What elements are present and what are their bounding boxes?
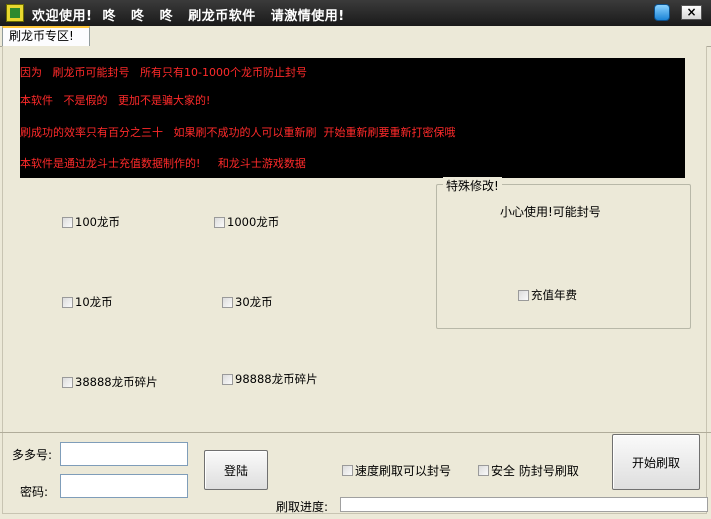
- tab-strip: [0, 26, 711, 47]
- checkbox-1000-coin[interactable]: 1000龙币: [214, 214, 279, 230]
- checkbox-box[interactable]: [222, 373, 233, 385]
- password-label: 密码:: [20, 485, 49, 499]
- progress-bar: [340, 497, 708, 512]
- notice-line-3: 刷成功的效率只有百分之三十 如果刷不成功的人可以重新刷 开始重新刷要重新打密保哦: [20, 126, 456, 139]
- account-input[interactable]: [60, 442, 188, 466]
- checkbox-box[interactable]: [214, 216, 225, 228]
- tab-coin-zone[interactable]: 刷龙币专区!: [2, 26, 90, 46]
- close-button[interactable]: ×: [681, 5, 702, 20]
- checkbox-label: 安全 防封号刷取: [491, 464, 579, 478]
- start-button[interactable]: 开始刷取: [612, 434, 700, 490]
- checkbox-label: 充值年费: [531, 288, 577, 302]
- checkbox-box[interactable]: [478, 465, 489, 476]
- checkbox-box[interactable]: [342, 465, 353, 476]
- notice-line-1: 因为 刷龙币可能封号 所有只有10-1000个龙币防止封号: [20, 66, 307, 79]
- notice-line-4: 本软件是通过龙斗士充值数据制作的! 和龙斗士游戏数据: [20, 157, 306, 170]
- checkbox-box[interactable]: [62, 376, 73, 388]
- special-group-title: 特殊修改!: [443, 177, 502, 194]
- checkbox-label: 1000龙币: [227, 215, 280, 229]
- checkbox-label: 98888龙币碎片: [235, 372, 318, 386]
- checkbox-box[interactable]: [62, 216, 73, 228]
- checkbox-box[interactable]: [62, 296, 73, 308]
- checkbox-label: 10龙币: [75, 295, 113, 309]
- checkbox-10-coin[interactable]: 10龙币: [62, 294, 113, 310]
- account-label: 多多号:: [12, 448, 53, 462]
- title-bar: 欢迎使用! 咚 咚 咚 刷龙币软件 请激情使用! ×: [0, 0, 711, 26]
- checkbox-label: 38888龙币碎片: [75, 375, 158, 389]
- login-button[interactable]: 登陆: [204, 450, 268, 490]
- checkbox-30-coin[interactable]: 30龙币: [222, 294, 273, 310]
- window-title: 欢迎使用! 咚 咚 咚 刷龙币软件 请激情使用!: [32, 9, 345, 24]
- password-input[interactable]: [60, 474, 188, 498]
- checkbox-38888-fragment[interactable]: 38888龙币碎片: [62, 374, 158, 390]
- checkbox-label: 速度刷取可以封号: [355, 464, 452, 478]
- app-logo-icon: [6, 4, 24, 22]
- checkbox-box[interactable]: [518, 289, 529, 301]
- checkbox-98888-fragment[interactable]: 98888龙币碎片: [222, 371, 318, 387]
- notice-line-2: 本软件 不是假的 更加不是骗大家的!: [20, 94, 211, 107]
- divider: [0, 432, 711, 433]
- progress-label: 刷取进度:: [276, 500, 329, 514]
- checkbox-label: 30龙币: [235, 295, 273, 309]
- checkbox-label: 100龙币: [75, 215, 120, 229]
- checkbox-annual-fee[interactable]: 充值年费: [518, 287, 577, 303]
- checkbox-box[interactable]: [222, 296, 233, 308]
- special-warning: 小心使用!可能封号: [500, 205, 601, 219]
- checkbox-100-coin[interactable]: 100龙币: [62, 214, 120, 230]
- skin-shirt-icon[interactable]: [654, 4, 670, 21]
- checkbox-speed-mode[interactable]: 速度刷取可以封号: [342, 462, 451, 479]
- checkbox-safe-mode[interactable]: 安全 防封号刷取: [478, 462, 579, 479]
- notice-panel: 因为 刷龙币可能封号 所有只有10-1000个龙币防止封号 本软件 不是假的 更…: [20, 58, 685, 178]
